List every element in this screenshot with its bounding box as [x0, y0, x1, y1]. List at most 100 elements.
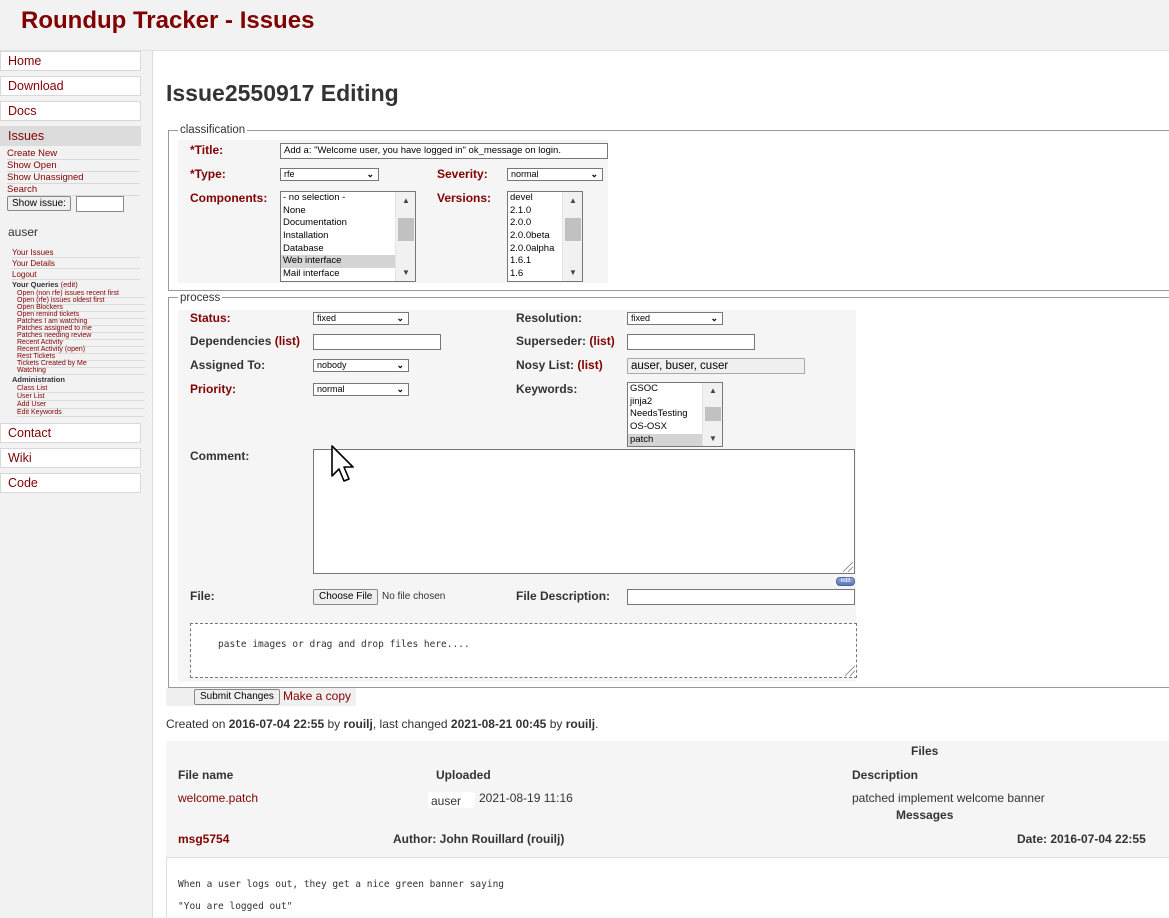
resolution-label: Resolution: — [516, 311, 582, 325]
comment-textarea[interactable] — [313, 449, 855, 574]
keywords-listbox[interactable]: GSOC jinja2 NeedsTesting OS-OSX patch ▲ … — [627, 382, 723, 447]
scroll-up-icon[interactable]: ▲ — [563, 196, 582, 205]
message-date: Date: 2016-07-04 22:55 — [1017, 832, 1146, 846]
priority-select[interactable]: normal ⌄ — [313, 383, 409, 396]
title-label: *Title: — [190, 143, 224, 157]
status-select-value: fixed — [317, 313, 337, 323]
type-select[interactable]: rfe ⌄ — [280, 168, 379, 181]
nav-contact[interactable]: Contact — [0, 423, 141, 443]
superseder-label: Superseder: (list) — [516, 334, 615, 348]
nav-issues[interactable]: Issues — [0, 126, 141, 146]
chevron-down-icon: ⌄ — [710, 313, 718, 323]
changed-date: 2021-08-21 00:45 — [450, 717, 547, 731]
chevron-down-icon: ⌄ — [396, 313, 404, 323]
col-description: Description — [852, 768, 919, 782]
make-a-copy-link[interactable]: Make a copy — [283, 689, 351, 703]
page-title: Issue2550917 Editing — [166, 80, 399, 106]
link-create-new[interactable]: Create New — [7, 148, 139, 160]
link-search[interactable]: Search — [7, 184, 139, 196]
nav-download[interactable]: Download — [0, 76, 141, 96]
superseder-label-text: Superseder: — [516, 334, 587, 348]
link-your-issues[interactable]: Your Issues — [12, 248, 140, 258]
dependencies-list-link[interactable]: (list) — [275, 334, 300, 348]
submit-changes-button[interactable]: Submit Changes — [194, 689, 280, 705]
versions-scrollbar[interactable]: ▲ ▼ — [562, 192, 582, 281]
resolution-select[interactable]: fixed ⌄ — [627, 312, 723, 325]
components-scrollbar[interactable]: ▲ ▼ — [395, 192, 415, 281]
resize-grip-icon[interactable] — [845, 666, 855, 676]
chevron-down-icon: ⌄ — [396, 384, 404, 394]
link-show-unassigned[interactable]: Show Unassigned — [7, 172, 139, 184]
scroll-up-icon[interactable]: ▲ — [703, 386, 722, 395]
keywords-scrollbar[interactable]: ▲ ▼ — [702, 383, 722, 446]
file-dropzone[interactable]: paste images or drag and drop files here… — [190, 623, 857, 678]
chevron-down-icon: ⌄ — [366, 169, 374, 179]
show-issue-input[interactable] — [76, 196, 124, 212]
nav-code[interactable]: Code — [0, 473, 141, 493]
upload-date: 2021-08-19 11:16 — [479, 791, 573, 805]
choose-file-button[interactable]: Choose File — [313, 589, 379, 605]
queries-edit-link[interactable]: (edit) — [61, 280, 78, 289]
file-description-label: File Description: — [516, 589, 611, 603]
nav-home[interactable]: Home — [0, 51, 141, 71]
severity-select-value: normal — [511, 169, 539, 179]
scroll-down-icon[interactable]: ▼ — [703, 434, 722, 443]
type-select-value: rfe — [284, 169, 295, 179]
link-logout[interactable]: Logout — [12, 270, 140, 280]
dependencies-label: Dependencies (list) — [190, 334, 300, 348]
nosy-list-input[interactable]: auser, buser, cuser — [627, 358, 805, 374]
your-queries-label: Your Queries — [12, 280, 59, 289]
sidebar-username: auser — [8, 225, 39, 239]
by-text: by — [549, 717, 563, 731]
priority-label: Priority: — [190, 382, 237, 396]
severity-label: Severity: — [437, 167, 488, 181]
app-title: Roundup Tracker - Issues — [21, 7, 315, 34]
assigned-to-label: Assigned To: — [190, 358, 266, 372]
status-select[interactable]: fixed ⌄ — [313, 312, 409, 325]
scrollbar-thumb[interactable] — [705, 407, 721, 421]
dependencies-input[interactable] — [313, 334, 441, 350]
superseder-input[interactable] — [627, 334, 755, 350]
message-line: "You are logged out" — [178, 901, 293, 912]
link-user-list[interactable]: User List — [17, 393, 145, 401]
link-show-open[interactable]: Show Open — [7, 160, 139, 172]
history-line: Created on 2016-07-04 22:55 by rouilj, l… — [166, 717, 598, 731]
scroll-down-icon[interactable]: ▼ — [396, 268, 415, 277]
resize-grip-icon[interactable] — [843, 562, 853, 572]
status-label: Status: — [190, 311, 231, 325]
nosy-list-link[interactable]: (list) — [577, 358, 602, 372]
comment-label: Comment: — [190, 449, 250, 463]
link-your-details[interactable]: Your Details — [12, 259, 140, 269]
file-description: patched implement welcome banner — [852, 791, 1045, 805]
mouse-cursor-icon — [331, 445, 354, 482]
versions-listbox[interactable]: devel 2.1.0 2.0.0 2.0.0beta 2.0.0alpha 1… — [507, 191, 583, 282]
col-uploaded: Uploaded — [436, 768, 491, 782]
sidebar: Home Download Docs Issues Create New Sho… — [0, 51, 153, 918]
components-listbox[interactable]: - no selection - None Documentation Inst… — [280, 191, 416, 282]
show-issue-button[interactable]: Show issue: — [7, 196, 71, 211]
file-link[interactable]: welcome.patch — [178, 791, 258, 805]
nav-wiki[interactable]: Wiki — [0, 448, 141, 468]
scrollbar-thumb[interactable] — [565, 218, 581, 241]
nav-docs[interactable]: Docs — [0, 101, 141, 121]
severity-select[interactable]: normal ⌄ — [507, 168, 603, 181]
nosy-list-label: Nosy List: (list) — [516, 358, 603, 372]
message-id-link[interactable]: msg5754 — [178, 832, 229, 846]
assigned-to-select[interactable]: nobody ⌄ — [313, 359, 409, 372]
scrollbar-thumb[interactable] — [398, 218, 414, 241]
main-content: Issue2550917 Editing classification *Tit… — [154, 52, 1169, 918]
components-label: Components: — [190, 191, 268, 205]
link-class-list[interactable]: Class List — [17, 385, 145, 393]
superseder-list-link[interactable]: (list) — [589, 334, 614, 348]
file-description-input[interactable] — [627, 589, 855, 605]
query-item[interactable]: Watching — [17, 367, 145, 375]
files-heading: Files — [911, 744, 939, 758]
scroll-down-icon[interactable]: ▼ — [563, 268, 582, 277]
scroll-up-icon[interactable]: ▲ — [396, 196, 415, 205]
col-file-name: File name — [178, 768, 234, 782]
link-edit-keywords[interactable]: Edit Keywords — [17, 409, 145, 417]
keywords-label: Keywords: — [516, 382, 578, 396]
title-input[interactable]: Add a: "Welcome user, you have logged in… — [280, 143, 608, 159]
link-add-user[interactable]: Add User — [17, 401, 145, 409]
edit-badge[interactable]: edit — [836, 577, 855, 586]
